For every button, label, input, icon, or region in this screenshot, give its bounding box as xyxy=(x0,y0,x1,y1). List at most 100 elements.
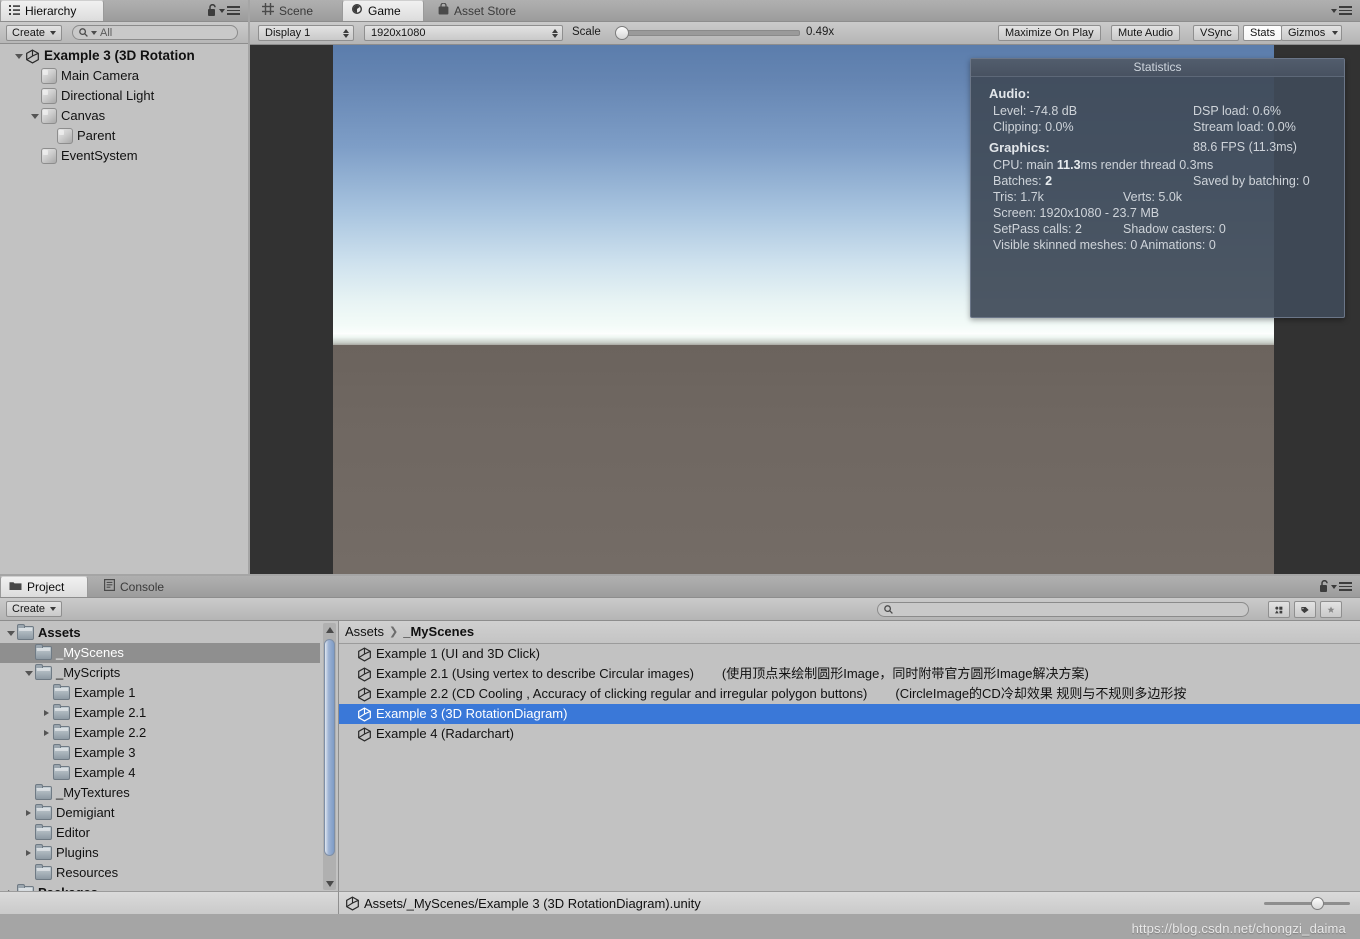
tab-console[interactable]: Console xyxy=(96,576,190,597)
stats-label: Stats xyxy=(1250,27,1276,39)
expand-toggle-open-icon[interactable] xyxy=(6,630,15,636)
project-tree-scrollbar[interactable] xyxy=(323,623,336,890)
gizmos-button[interactable]: Gizmos xyxy=(1281,25,1343,41)
expand-toggle[interactable] xyxy=(22,670,35,676)
expand-toggle-open-icon[interactable] xyxy=(24,670,33,676)
project-folder-tree[interactable]: Assets _MyScenes _MyScripts Example 1 Exampl… xyxy=(0,623,320,892)
asset-name: Example 2.2 (CD Cooling , Accuracy of cl… xyxy=(376,686,868,701)
tab-hierarchy[interactable]: Hierarchy xyxy=(0,0,104,21)
folder-icon xyxy=(35,864,52,880)
unity-scene-icon xyxy=(357,726,372,742)
project-tree-item-example-2-2[interactable]: Example 2.2 xyxy=(0,723,320,743)
expand-toggle-open-icon[interactable] xyxy=(30,113,39,119)
tab-asset-store-label: Asset Store xyxy=(454,3,517,18)
expand-toggle[interactable] xyxy=(22,810,35,816)
project-create-button[interactable]: Create xyxy=(6,601,63,617)
hierarchy-item-parent[interactable]: Parent xyxy=(0,126,248,146)
statistics-overlay[interactable]: Statistics Audio: Level: -74.8 dB DSP lo… xyxy=(970,58,1345,318)
favorites-star-icon[interactable] xyxy=(1320,601,1342,618)
scale-slider[interactable] xyxy=(610,26,800,40)
maximize-on-play-button[interactable]: Maximize On Play xyxy=(998,25,1101,41)
expand-toggle[interactable] xyxy=(28,113,41,119)
folder-icon xyxy=(9,577,22,597)
expand-toggle-closed-icon[interactable] xyxy=(44,710,49,716)
scroll-up-arrow-icon[interactable] xyxy=(323,623,336,636)
expand-toggle-open-icon[interactable] xyxy=(14,53,23,59)
tab-project[interactable]: Project xyxy=(0,576,88,597)
gameobject-cube-icon xyxy=(41,88,57,104)
folder-icon xyxy=(53,704,70,720)
project-asset-list-pane[interactable]: Assets ❯ _MyScenes Example 1 (UI and 3D … xyxy=(339,621,1360,892)
grid-icon xyxy=(262,1,274,21)
project-menu-icon[interactable] xyxy=(1331,582,1352,591)
breadcrumb-current[interactable]: _MyScenes xyxy=(403,621,474,643)
display-select[interactable]: Display 1 xyxy=(258,25,354,41)
project-tree-item-example-2-1[interactable]: Example 2.1 xyxy=(0,703,320,723)
folder-icon xyxy=(35,844,52,860)
asset-row[interactable]: Example 3 (3D RotationDiagram) xyxy=(339,704,1360,724)
expand-toggle-closed-icon[interactable] xyxy=(26,850,31,856)
project-tree-item-label: Example 4 xyxy=(74,765,136,780)
expand-toggle[interactable] xyxy=(40,730,53,736)
tab-game[interactable]: Game xyxy=(342,0,424,21)
expand-toggle[interactable] xyxy=(22,850,35,856)
asset-list[interactable]: Example 1 (UI and 3D Click) Example 2.1 (… xyxy=(339,644,1360,744)
project-tree-item-demigiant[interactable]: Demigiant xyxy=(0,803,320,823)
project-status-path: Assets/_MyScenes/Example 3 (3D RotationD… xyxy=(364,895,701,911)
project-tree-item-example-4[interactable]: Example 4 xyxy=(0,763,320,783)
game-view-menu-icon[interactable] xyxy=(1331,6,1352,15)
asset-row[interactable]: Example 4 (Radarchart) xyxy=(339,724,1360,744)
folder-icon xyxy=(35,664,52,680)
resolution-select[interactable]: 1920x1080 xyxy=(364,25,563,41)
stats-button[interactable]: Stats xyxy=(1243,25,1283,41)
scroll-down-arrow-icon[interactable] xyxy=(323,877,336,890)
asset-row[interactable]: Example 1 (UI and 3D Click) xyxy=(339,644,1360,664)
project-tree-item-myscripts[interactable]: _MyScripts xyxy=(0,663,320,683)
hierarchy-item-example-3-3d-rotation[interactable]: Example 3 (3D Rotation xyxy=(0,46,248,66)
vsync-button[interactable]: VSync xyxy=(1193,25,1239,41)
expand-toggle[interactable] xyxy=(40,710,53,716)
project-tree-item-example-1[interactable]: Example 1 xyxy=(0,683,320,703)
asset-zoom-slider[interactable] xyxy=(1250,896,1350,910)
scale-slider-knob[interactable] xyxy=(615,26,630,40)
breadcrumb-assets[interactable]: Assets xyxy=(345,621,384,643)
project-tabbar: Project Console xyxy=(0,576,1360,598)
expand-toggle-closed-icon[interactable] xyxy=(44,730,49,736)
hierarchy-item-directional-light[interactable]: Directional Light xyxy=(0,86,248,106)
game-view-canvas[interactable]: Statistics Audio: Level: -74.8 dB DSP lo… xyxy=(250,45,1360,574)
expand-toggle[interactable] xyxy=(12,53,25,59)
project-tree-item-example-3[interactable]: Example 3 xyxy=(0,743,320,763)
search-filter-chevron-icon xyxy=(91,30,97,35)
filter-by-type-icon[interactable] xyxy=(1268,601,1290,618)
project-tree-item-myscenes[interactable]: _MyScenes xyxy=(0,643,320,663)
stat-batches: Batches: 2 Saved by batching: 0 xyxy=(971,173,1344,189)
hierarchy-item-main-camera[interactable]: Main Camera xyxy=(0,66,248,86)
hierarchy-item-canvas[interactable]: Canvas xyxy=(0,106,248,126)
hierarchy-create-button[interactable]: Create xyxy=(6,25,63,41)
hierarchy-menu-icon[interactable] xyxy=(219,6,240,15)
hierarchy-panel: Hierarchy Create All Example 3 (3D Rotat… xyxy=(0,0,248,574)
hamburger-icon xyxy=(1339,6,1352,15)
scrollbar-thumb[interactable] xyxy=(324,639,335,856)
tab-scene[interactable]: Scene xyxy=(254,0,336,21)
asset-row[interactable]: Example 2.2 (CD Cooling , Accuracy of cl… xyxy=(339,684,1360,704)
filter-by-label-icon[interactable] xyxy=(1294,601,1316,618)
asset-row[interactable]: Example 2.1 (Using vertex to describe Ci… xyxy=(339,664,1360,684)
zoom-slider-knob[interactable] xyxy=(1310,896,1324,910)
project-lock-icon[interactable] xyxy=(1319,579,1330,593)
project-tree-item-editor[interactable]: Editor xyxy=(0,823,320,843)
hierarchy-tree[interactable]: Example 3 (3D Rotation Main Camera Directi… xyxy=(0,46,248,574)
project-tree-item-resources[interactable]: Resources xyxy=(0,863,320,883)
hierarchy-search-input[interactable]: All xyxy=(72,25,238,40)
mute-audio-button[interactable]: Mute Audio xyxy=(1111,25,1181,41)
lock-icon[interactable] xyxy=(207,3,218,17)
expand-toggle[interactable] xyxy=(4,630,17,636)
project-tree-item-plugins[interactable]: Plugins xyxy=(0,843,320,863)
project-tree-item-mytextures[interactable]: _MyTextures xyxy=(0,783,320,803)
project-folder-tree-pane[interactable]: Assets _MyScenes _MyScripts Example 1 Exampl… xyxy=(0,621,339,892)
tab-asset-store[interactable]: Asset Store xyxy=(430,0,540,21)
expand-toggle-closed-icon[interactable] xyxy=(26,810,31,816)
project-search-input[interactable] xyxy=(877,602,1249,617)
hierarchy-item-eventsystem[interactable]: EventSystem xyxy=(0,146,248,166)
project-tree-item-assets[interactable]: Assets xyxy=(0,623,320,643)
